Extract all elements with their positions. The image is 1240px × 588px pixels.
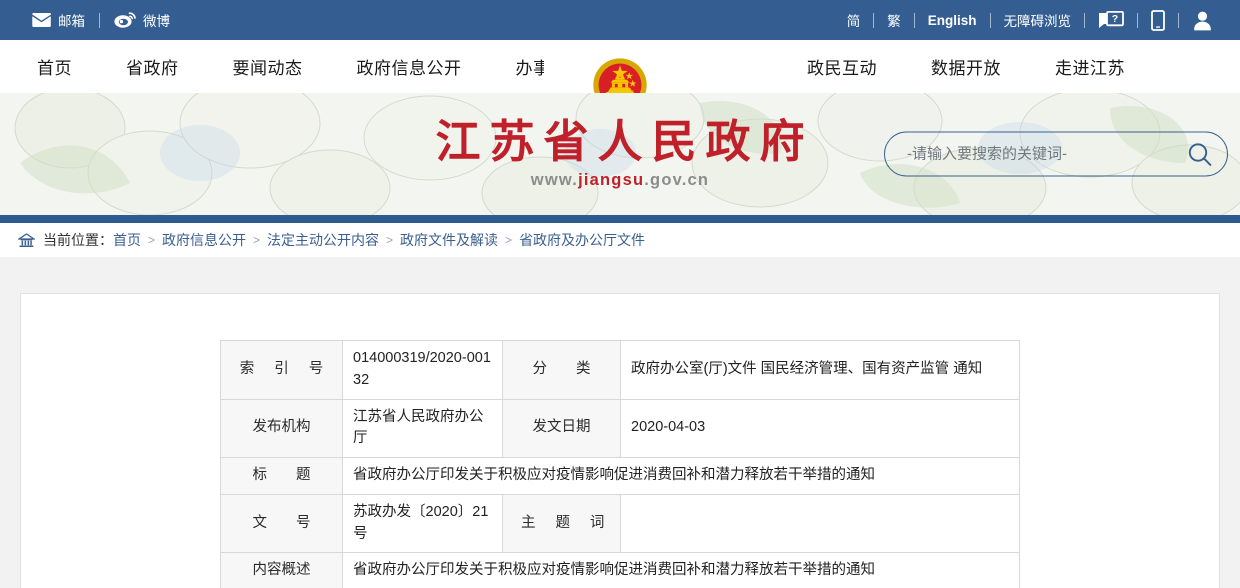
value-issue-date: 2020-04-03 [621, 399, 1020, 458]
value-classification: 政府办公室(厅)文件 国民经济管理、国有资产监管 通知 [621, 341, 1020, 400]
mobile-site-button[interactable] [1138, 10, 1178, 31]
search-icon [1187, 141, 1213, 167]
label-title: 标 题 [221, 458, 343, 495]
mobile-icon [1151, 10, 1165, 31]
value-subject-words [621, 494, 1020, 553]
user-account-button[interactable] [1179, 10, 1226, 31]
content-card: 索 引 号 014000319/2020-00132 分 类 政府办公室(厅)文… [20, 293, 1220, 588]
topbar-mail-link[interactable]: 邮箱 [18, 10, 99, 30]
nav-provincial-government[interactable]: 省政府 [99, 54, 206, 79]
nav-services[interactable]: 办事服务 [489, 54, 613, 79]
site-banner: 江苏省人民政府 www.jiangsu.gov.cn [0, 93, 1240, 215]
lang-simplified-link[interactable]: 简 [834, 10, 874, 30]
page-spacer [0, 257, 1240, 293]
value-title: 省政府办公厅印发关于积极应对疫情影响促进消费回补和潜力释放若干举措的通知 [343, 458, 1020, 495]
table-row: 发布机构 江苏省人民政府办公厅 发文日期 2020-04-03 [221, 399, 1020, 458]
nav-left-group: 首页 省政府 要闻动态 政府信息公开 办事服务 [10, 54, 613, 79]
topbar-left-group: 邮箱 微博 [18, 10, 184, 30]
search-button[interactable] [1173, 133, 1227, 176]
weibo-icon [114, 12, 136, 28]
accessibility-browse-link[interactable]: 无障碍浏览 [991, 10, 1085, 30]
site-brand: 江苏省人民政府 www.jiangsu.gov.cn [390, 118, 850, 190]
label-classification: 分 类 [503, 341, 621, 400]
breadcrumb-separator: > [505, 233, 512, 247]
document-metadata-table: 索 引 号 014000319/2020-00132 分 类 政府办公室(厅)文… [220, 340, 1020, 588]
label-document-number: 文 号 [221, 494, 343, 553]
nav-government-info-disclosure[interactable]: 政府信息公开 [330, 54, 489, 79]
user-account-icon [1192, 10, 1213, 31]
top-utility-bar: 邮箱 微博 简 繁 English 无障碍浏览 [0, 0, 1240, 40]
mail-icon [32, 13, 51, 27]
nav-news[interactable]: 要闻动态 [206, 54, 330, 79]
main-navigation: 首页 省政府 要闻动态 政府信息公开 办事服务 政民互动 数据开放 走进江苏 [0, 40, 1240, 93]
breadcrumb-item-3[interactable]: 政府文件及解读 [400, 230, 498, 250]
topbar-weibo-label: 微博 [143, 10, 170, 30]
value-index-number: 014000319/2020-00132 [343, 341, 503, 400]
label-subject-words: 主 题 词 [503, 494, 621, 553]
breadcrumb-item-0[interactable]: 首页 [113, 230, 141, 250]
lang-english-link[interactable]: English [915, 13, 990, 28]
label-issuing-agency: 发布机构 [221, 399, 343, 458]
breadcrumb-separator: > [386, 233, 393, 247]
topbar-weibo-link[interactable]: 微博 [100, 10, 184, 30]
help-qa-button[interactable]: ? [1085, 11, 1137, 30]
label-issue-date: 发文日期 [503, 399, 621, 458]
table-row: 标 题 省政府办公厅印发关于积极应对疫情影响促进消费回补和潜力释放若干举措的通知 [221, 458, 1020, 495]
table-row: 索 引 号 014000319/2020-00132 分 类 政府办公室(厅)文… [221, 341, 1020, 400]
site-url-suffix: gov.cn [650, 171, 709, 189]
site-title: 江苏省人民政府 [390, 118, 850, 165]
breadcrumb-item-4: 省政府及办公厅文件 [519, 230, 645, 250]
topbar-mail-label: 邮箱 [58, 10, 85, 30]
breadcrumb-separator: > [253, 233, 260, 247]
site-url: www.jiangsu.gov.cn [390, 171, 850, 190]
nav-interaction[interactable]: 政民互动 [780, 54, 904, 79]
nav-open-data[interactable]: 数据开放 [904, 54, 1028, 79]
topbar-right-group: 简 繁 English 无障碍浏览 ? [834, 0, 1226, 40]
value-document-number: 苏政办发〔2020〕21号 [343, 494, 503, 553]
banner-inner: 江苏省人民政府 www.jiangsu.gov.cn [0, 93, 1240, 215]
value-content-summary: 省政府办公厅印发关于积极应对疫情影响促进消费回补和潜力释放若干举措的通知 [343, 553, 1020, 588]
breadcrumb-item-1[interactable]: 政府信息公开 [162, 230, 246, 250]
nav-home[interactable]: 首页 [10, 54, 99, 79]
breadcrumb-separator: > [148, 233, 155, 247]
site-url-domain: jiangsu [578, 171, 644, 189]
search-input[interactable] [885, 146, 1173, 163]
banner-rule [0, 215, 1240, 223]
breadcrumb-item-2[interactable]: 法定主动公开内容 [267, 230, 379, 250]
value-issuing-agency: 江苏省人民政府办公厅 [343, 399, 503, 458]
label-index-number: 索 引 号 [221, 341, 343, 400]
site-search [884, 132, 1228, 177]
breadcrumb: 当前位置： 首页 > 政府信息公开 > 法定主动公开内容 > 政府文件及解读 >… [0, 223, 1240, 257]
site-url-prefix: www. [531, 171, 578, 189]
label-content-summary: 内容概述 [221, 553, 343, 588]
lang-traditional-link[interactable]: 繁 [874, 10, 914, 30]
home-icon[interactable] [18, 233, 35, 248]
svg-text:?: ? [1112, 13, 1118, 25]
table-row: 文 号 苏政办发〔2020〕21号 主 题 词 [221, 494, 1020, 553]
table-row: 内容概述 省政府办公厅印发关于积极应对疫情影响促进消费回补和潜力释放若干举措的通… [221, 553, 1020, 588]
breadcrumb-label: 当前位置： [43, 230, 113, 250]
nav-right-group: 政民互动 数据开放 走进江苏 [780, 54, 1152, 79]
help-qa-icon: ? [1098, 11, 1124, 30]
nav-about-jiangsu[interactable]: 走进江苏 [1028, 54, 1152, 79]
